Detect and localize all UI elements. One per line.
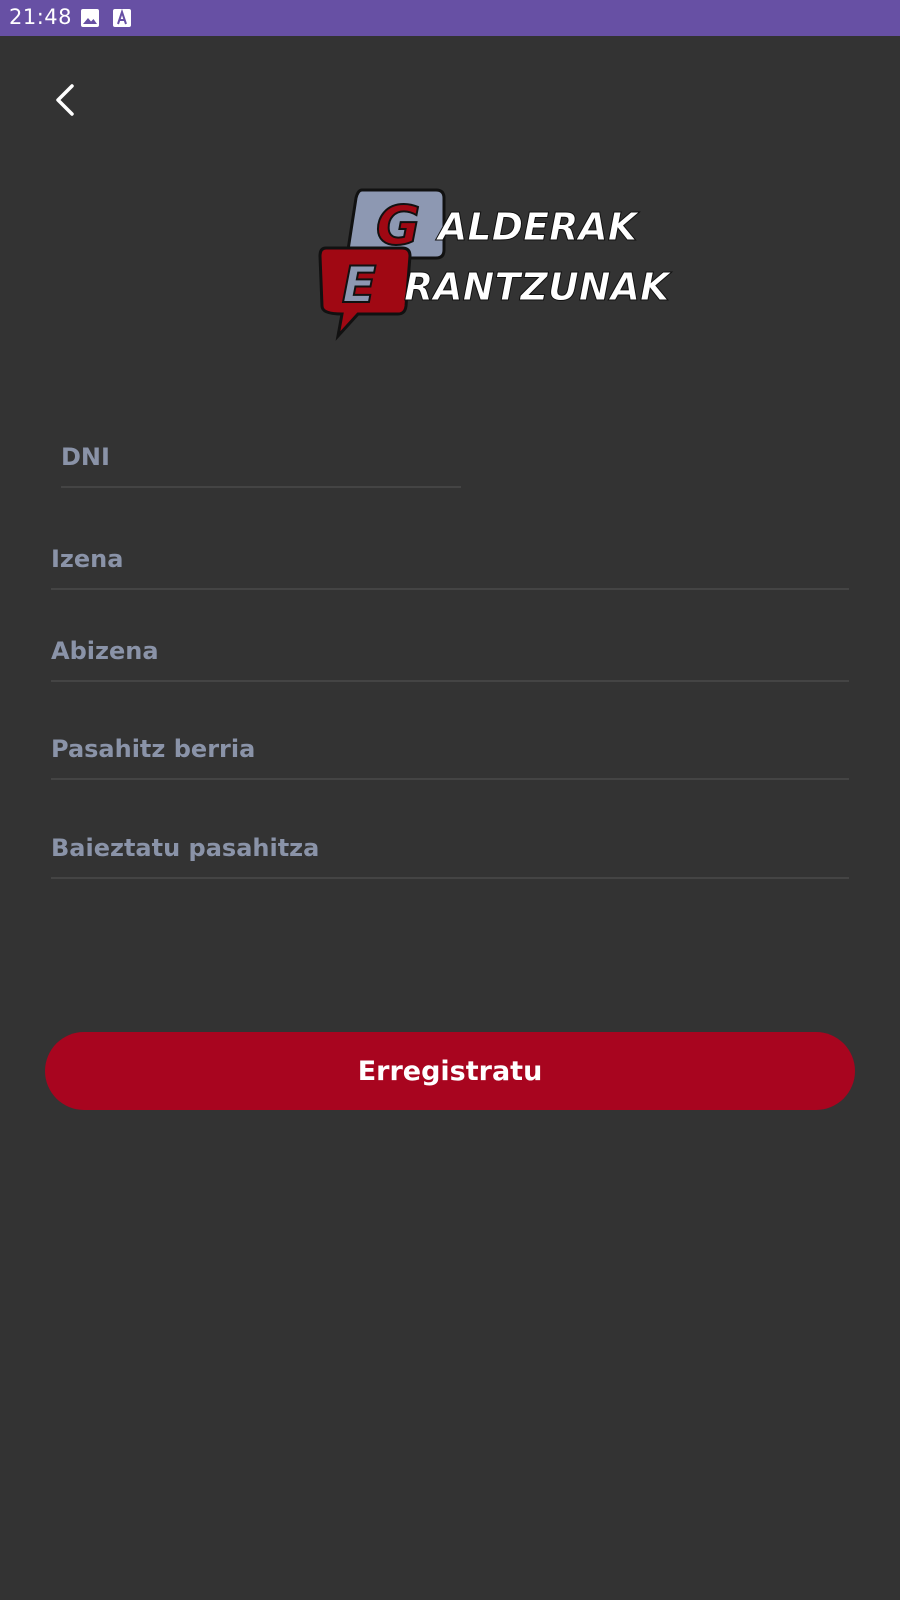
logo-bottom-word: RANTZUNAK — [404, 265, 672, 309]
dni-field[interactable] — [61, 428, 461, 490]
confirm-password-field[interactable] — [51, 819, 849, 881]
back-button[interactable] — [44, 76, 84, 124]
confirm-password-input[interactable] — [51, 819, 849, 879]
status-bar: 21:48 — [0, 0, 900, 36]
dni-input[interactable] — [61, 428, 461, 488]
logo-bottom-letter: E — [342, 256, 376, 314]
status-time: 21:48 — [9, 5, 73, 29]
app-logo: G E ALDERAK RANTZUNAK — [318, 188, 698, 348]
new-password-field[interactable] — [51, 720, 849, 782]
logo-graphic: G E ALDERAK RANTZUNAK — [318, 188, 673, 341]
logo-top-word: ALDERAK — [435, 205, 640, 249]
logo-top-letter: G — [376, 194, 420, 257]
a-box-icon — [113, 9, 131, 27]
name-field[interactable] — [51, 530, 849, 592]
surname-field[interactable] — [51, 622, 849, 684]
register-button[interactable]: Erregistratu — [45, 1032, 855, 1110]
image-icon — [81, 9, 99, 27]
name-input[interactable] — [51, 530, 849, 590]
chevron-left-icon — [56, 84, 74, 116]
surname-input[interactable] — [51, 622, 849, 682]
new-password-input[interactable] — [51, 720, 849, 780]
